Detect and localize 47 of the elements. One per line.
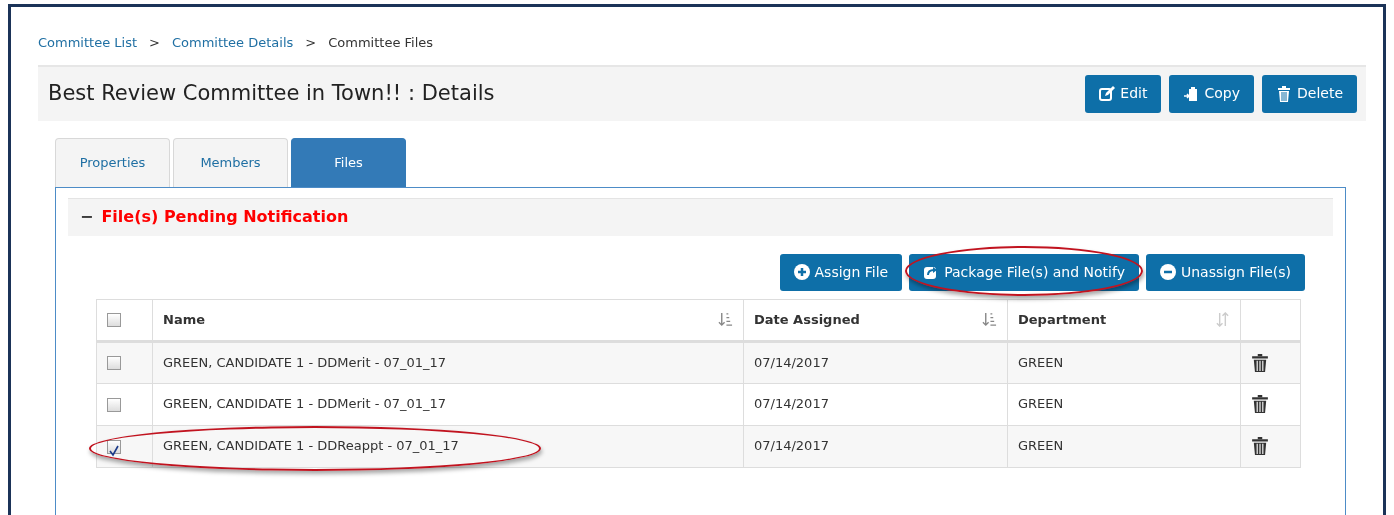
plus-circle-icon: [793, 264, 810, 280]
minus-circle-icon: [1159, 264, 1176, 280]
tab[interactable]: Members: [173, 137, 288, 187]
trash-icon: [1276, 85, 1292, 102]
table-row[interactable]: GREEN, CANDIDATE 1 - DDReappt - 07_01_17 07/14/2017 GREEN: [96, 425, 1301, 467]
table-cell: GREEN, CANDIDATE 1 - DDMerit - 07_01_17: [163, 354, 447, 370]
breadcrumb-separator: >: [305, 34, 317, 52]
trash-icon[interactable]: [1251, 394, 1269, 415]
table-cell: GREEN: [1018, 354, 1064, 370]
table-cell: GREEN, CANDIDATE 1 - DDReappt - 07_01_17: [163, 438, 459, 454]
sort-icon[interactable]: [718, 312, 733, 327]
edit-button[interactable]: Edit: [1085, 74, 1162, 113]
assign-file-button[interactable]: Assign File: [779, 253, 903, 291]
breadcrumb-separator: >: [149, 34, 160, 52]
trash-icon[interactable]: [1251, 436, 1269, 457]
table-cell: 07/14/2017: [754, 354, 829, 370]
table-cell: GREEN: [1018, 438, 1064, 454]
package-notify-button[interactable]: Package File(s) and Notify: [909, 253, 1139, 291]
checkbox[interactable]: [107, 439, 121, 454]
collapse-toggle[interactable]: −: [80, 205, 94, 229]
breadcrumb-current: Committee Files: [328, 34, 434, 52]
trash-icon[interactable]: [1251, 352, 1269, 373]
column-header[interactable]: Name: [163, 309, 205, 330]
checkbox[interactable]: [107, 356, 121, 371]
clipboard-icon: [1183, 85, 1200, 102]
sort-icon[interactable]: [982, 312, 997, 327]
checkbox[interactable]: [107, 397, 121, 412]
edit-icon: [1099, 85, 1116, 102]
column-header[interactable]: Department: [1018, 309, 1107, 330]
section-header[interactable]: − File(s) Pending Notification: [68, 197, 1333, 236]
tab[interactable]: Files: [291, 137, 406, 187]
table-row[interactable]: GREEN, CANDIDATE 1 - DDMerit - 07_01_17 07/14/2017 GREEN: [96, 341, 1301, 383]
table-cell: GREEN, CANDIDATE 1 - DDMerit - 07_01_17: [163, 396, 447, 412]
section-title: File(s) Pending Notification: [101, 206, 349, 228]
tab[interactable]: Properties: [55, 137, 170, 187]
table-cell: 07/14/2017: [754, 438, 829, 454]
copy-button[interactable]: Copy: [1169, 74, 1254, 113]
table-cell: 07/14/2017: [754, 396, 829, 412]
table-cell: GREEN: [1018, 396, 1064, 412]
page-title: Best Review Committee in Town!! : Details: [48, 80, 495, 107]
unassign-button[interactable]: Unassign File(s): [1145, 253, 1305, 291]
table-row[interactable]: GREEN, CANDIDATE 1 - DDMerit - 07_01_17 07/14/2017 GREEN: [96, 383, 1301, 425]
column-header[interactable]: Date Assigned: [754, 309, 860, 330]
delete-button[interactable]: Delete: [1262, 74, 1357, 113]
breadcrumb-link[interactable]: Committee List: [38, 33, 138, 53]
checkbox[interactable]: [107, 313, 121, 328]
breadcrumb-link[interactable]: Committee Details: [171, 33, 294, 53]
